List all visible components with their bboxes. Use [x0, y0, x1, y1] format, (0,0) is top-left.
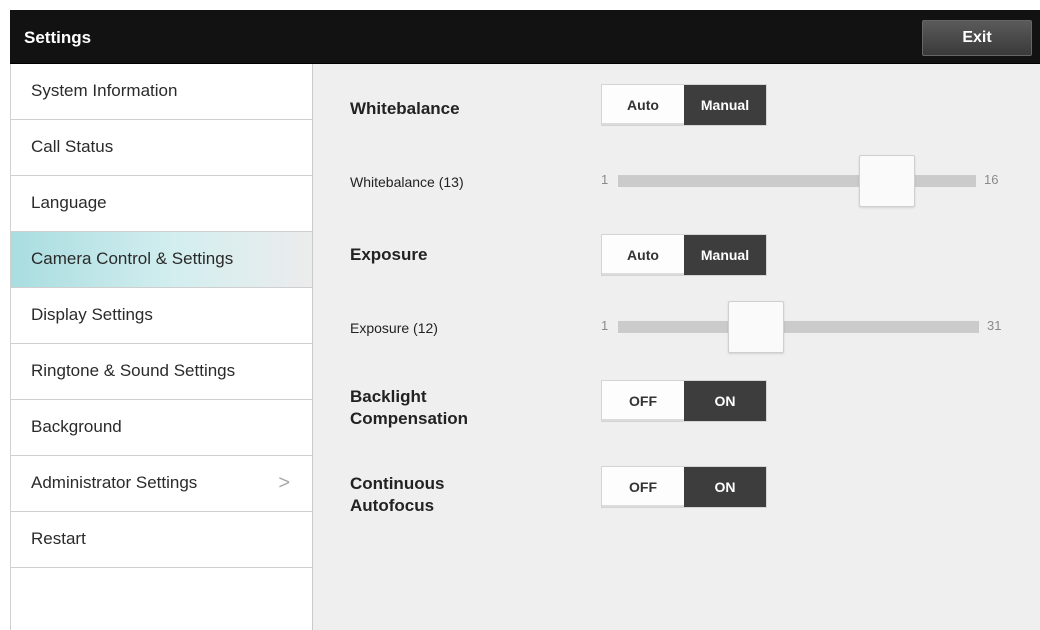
sidebar-item-label: Administrator Settings	[31, 473, 198, 492]
backlight-on-option[interactable]: ON	[684, 381, 766, 421]
exposure-auto-option[interactable]: Auto	[602, 235, 684, 275]
title-bar: Settings Exit	[10, 10, 1040, 64]
sidebar-item-label: Call Status	[31, 137, 114, 156]
exposure-slider-label: Exposure (12)	[350, 320, 438, 336]
sidebar: System Information Call Status Language …	[10, 64, 313, 630]
camera-settings-panel: Whitebalance Auto Manual Whitebalance (1…	[313, 64, 1040, 630]
whitebalance-manual-option[interactable]: Manual	[684, 85, 766, 125]
sidebar-item-background[interactable]: Background	[11, 400, 312, 456]
sidebar-item-label: Camera Control & Settings	[31, 249, 234, 268]
sidebar-item-label: System Information	[31, 81, 178, 100]
slider-thumb[interactable]	[728, 301, 784, 353]
sidebar-item-label: Ringtone & Sound Settings	[31, 361, 236, 380]
exposure-manual-option[interactable]: Manual	[684, 235, 766, 275]
autofocus-off-option[interactable]: OFF	[602, 467, 684, 507]
sidebar-item-camera-control[interactable]: Camera Control & Settings	[11, 232, 312, 288]
exposure-slider[interactable]: 1 31	[601, 301, 1003, 353]
continuous-autofocus-label: Continuous Autofocus	[350, 473, 444, 517]
exposure-label: Exposure	[350, 245, 428, 264]
continuous-autofocus-toggle: OFF ON	[601, 466, 767, 508]
slider-max-label: 31	[987, 318, 1002, 333]
sidebar-item-display-settings[interactable]: Display Settings	[11, 288, 312, 344]
backlight-compensation-label: Backlight Compensation	[350, 386, 468, 430]
sidebar-item-label: Background	[31, 417, 122, 436]
label-line: Compensation	[350, 409, 469, 428]
slider-min-label: 1	[601, 318, 609, 333]
sidebar-item-label: Display Settings	[31, 305, 153, 324]
whitebalance-label: Whitebalance	[350, 99, 460, 118]
backlight-compensation-toggle: OFF ON	[601, 380, 767, 422]
autofocus-on-option[interactable]: ON	[684, 467, 766, 507]
sidebar-item-label: Language	[31, 193, 107, 212]
slider-thumb[interactable]	[859, 155, 915, 207]
slider-min-label: 1	[601, 172, 609, 187]
exit-button[interactable]: Exit	[922, 20, 1032, 56]
label-line: Autofocus	[350, 496, 435, 515]
backlight-off-option[interactable]: OFF	[602, 381, 684, 421]
sidebar-item-call-status[interactable]: Call Status	[11, 120, 312, 176]
chevron-right-icon: >	[278, 472, 290, 494]
sidebar-item-restart[interactable]: Restart	[11, 512, 312, 568]
settings-window: Settings Exit System Information Call St…	[0, 0, 1040, 630]
whitebalance-slider-label: Whitebalance (13)	[350, 174, 464, 190]
label-line: Continuous	[350, 474, 445, 493]
slider-track[interactable]	[618, 321, 979, 333]
slider-max-label: 16	[984, 172, 999, 187]
sidebar-item-administrator-settings[interactable]: Administrator Settings >	[11, 456, 312, 512]
whitebalance-auto-option[interactable]: Auto	[602, 85, 684, 125]
exposure-mode-toggle: Auto Manual	[601, 234, 767, 276]
sidebar-item-system-information[interactable]: System Information	[11, 64, 312, 120]
sidebar-item-language[interactable]: Language	[11, 176, 312, 232]
slider-track[interactable]	[618, 175, 976, 187]
whitebalance-slider[interactable]: 1 16	[601, 155, 1001, 207]
whitebalance-mode-toggle: Auto Manual	[601, 84, 767, 126]
sidebar-item-ringtone-sound[interactable]: Ringtone & Sound Settings	[11, 344, 312, 400]
label-line: Backlight	[350, 387, 427, 406]
sidebar-item-label: Restart	[31, 529, 86, 548]
window-title: Settings	[24, 28, 92, 47]
